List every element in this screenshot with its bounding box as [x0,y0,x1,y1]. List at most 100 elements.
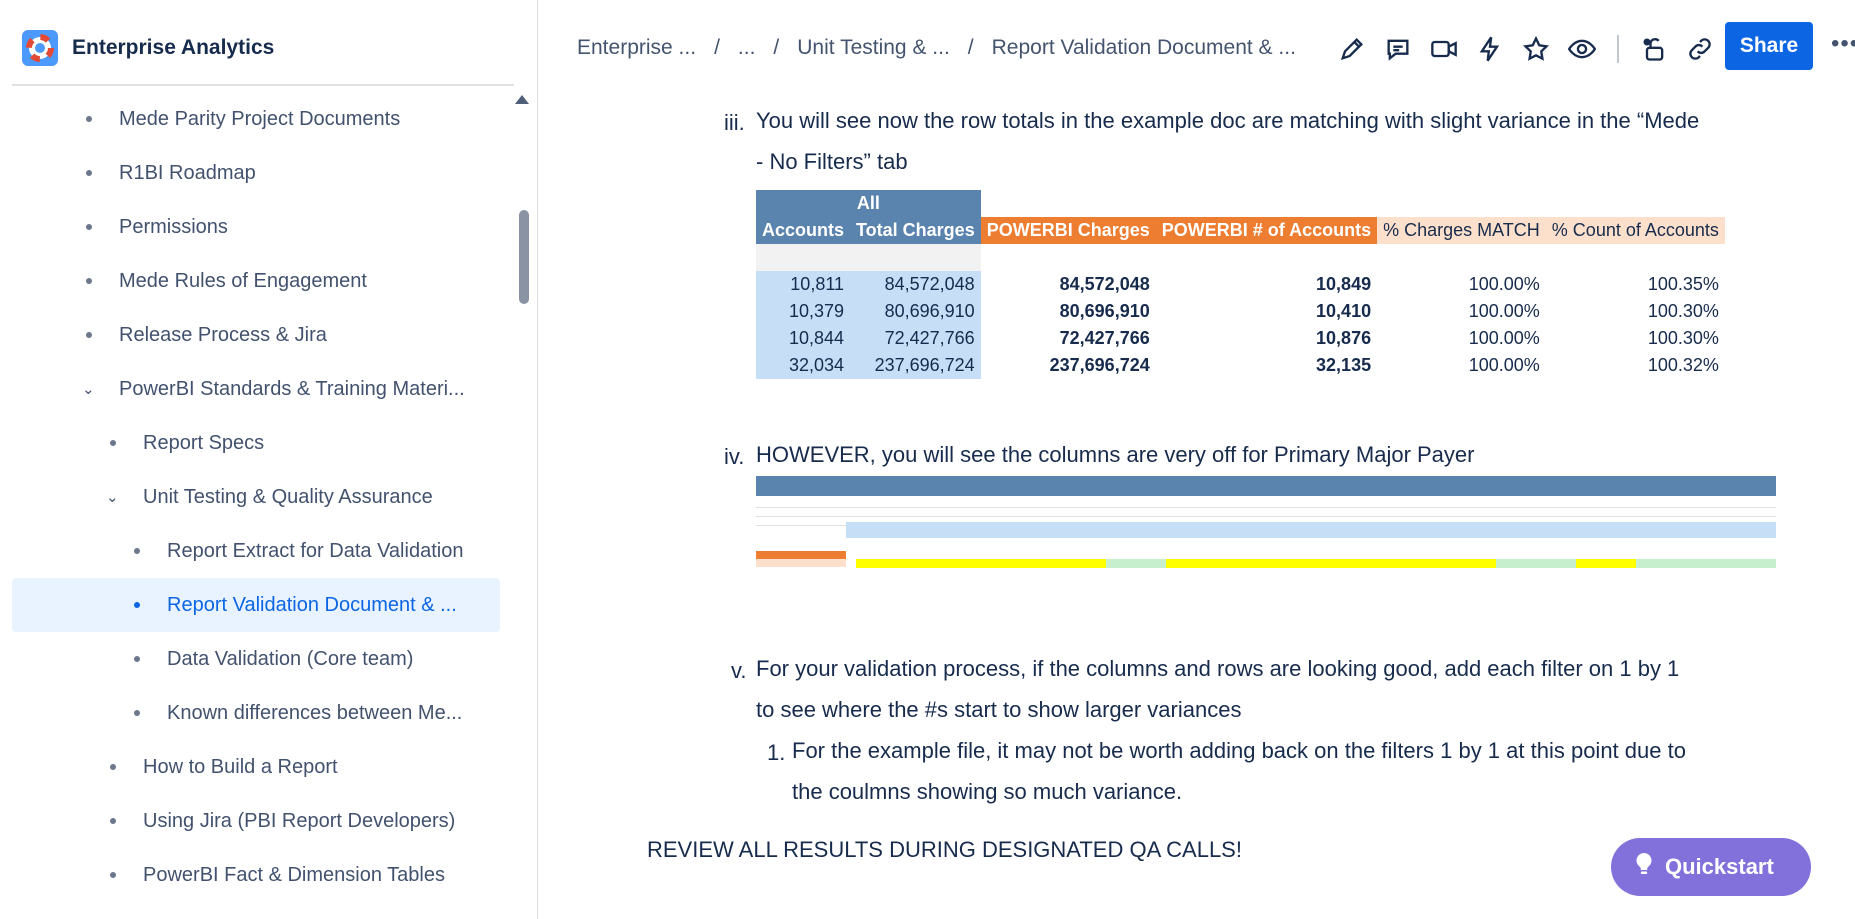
share-button[interactable]: Share [1725,22,1813,70]
bullet-icon [110,764,116,770]
watch-icon[interactable] [1559,26,1605,72]
tree-item[interactable]: Release Process & Jira [12,308,502,362]
breadcrumb: Enterprise ... / ... / Unit Testing & ..… [577,36,1296,60]
tree-item-label: Data Validation (Core team) [167,647,414,670]
list-marker: v. [731,658,747,683]
bullet-icon [134,602,140,608]
page-header: Enterprise ... / ... / Unit Testing & ..… [539,0,1855,96]
screenshot-row [756,500,1776,508]
tree-item[interactable]: Using Jira (PBI Report Developers) [12,794,502,848]
comment-icon[interactable] [1375,26,1421,72]
link-icon[interactable] [1677,26,1723,72]
breadcrumb-item[interactable]: Unit Testing & ... [797,36,950,60]
tree-item[interactable]: Mede Rules of Engagement [12,254,502,308]
tree-item[interactable]: Known differences between Me... [12,686,502,740]
tree-item[interactable]: Mede Parity Project Documents [12,92,502,146]
list-marker: iv. [724,444,745,469]
table-cell: 100.00% [1468,301,1540,321]
step-v-text-cont: to see where the #s start to show larger… [756,697,1242,722]
tree-item-label: Mede Parity Project Documents [119,107,401,130]
quickstart-button[interactable]: Quickstart [1611,838,1811,896]
tree-item-unit-testing[interactable]: ⌄ Unit Testing & Quality Assurance [12,470,502,524]
bullet-icon [86,332,92,338]
sidebar-scrollbar-thumb[interactable] [519,210,529,304]
table-row: 10,379 80,696,910 80,696,910 10,410 100.… [756,298,1725,325]
restrictions-icon[interactable] [1631,26,1677,72]
bullet-icon [110,818,116,824]
tree-item-powerbi-standards[interactable]: ⌄ PowerBI Standards & Training Materi... [12,362,502,416]
sub1-text-cont: the coulmns showing so much variance. [792,779,1183,804]
screenshot-row [756,509,1776,517]
screenshot-highlight [856,559,1106,568]
table-cell: 237,696,724 [850,352,981,379]
table-cell: 10,811 [756,271,851,298]
tree-item-label: Known differences between Me... [167,701,463,724]
tree-item-label: Report Specs [143,431,265,454]
tree-item[interactable]: Report Specs [12,416,502,470]
chevron-down-icon[interactable]: ⌄ [82,380,95,398]
breadcrumb-item[interactable]: Report Validation Document & ... [992,36,1296,60]
more-actions-icon[interactable]: ••• [1831,30,1855,58]
space-header[interactable]: Enterprise Analytics [22,30,274,66]
screenshot-highlight [1576,559,1636,568]
table-cell: 10,849 [1316,274,1372,294]
chevron-down-icon[interactable]: ⌄ [106,488,119,506]
bullet-icon [86,170,92,176]
tree-item-label: Permissions [119,215,228,238]
scroll-up-arrow-icon[interactable] [515,95,529,104]
screenshot-r1bi-row [756,551,846,559]
step-iii-text-cont: - No Filters” tab [756,149,908,174]
breadcrumb-separator: / [967,36,974,59]
table-row: 10,811 84,572,048 84,572,048 10,849 100.… [756,271,1725,298]
table-cell: 84,572,048 [850,271,981,298]
bullet-icon [86,116,92,122]
tree-item-label: PowerBI Fact & Dimension Tables [143,863,445,886]
table-cell: 80,696,910 [850,298,981,325]
step-iii-text: You will see now the row totals in the e… [756,108,1700,133]
table-cell: 100.30% [1647,301,1719,321]
tree-item-label: Report Validation Document & ... [167,593,457,616]
tree-item-label: Report Extract for Data Validation [167,539,464,562]
breadcrumb-item[interactable]: Enterprise ... [577,36,696,60]
table-cell: 32,034 [756,352,851,379]
tree-item[interactable]: Data Validation (Core team) [12,632,502,686]
table-cell: 10,844 [756,325,851,352]
page-content: iii. You will see now the row totals in … [539,96,1855,919]
tree-item[interactable]: Report Extract for Data Validation [12,524,502,578]
sidebar: Enterprise Analytics Mede Parity Project… [0,0,538,919]
screenshot-match-row [756,559,846,567]
video-icon[interactable] [1421,26,1467,72]
table-cell: 100.00% [1468,328,1540,348]
tree-item-selected[interactable]: Report Validation Document & ... [12,578,500,632]
table-row: 10,844 72,427,766 72,427,766 10,876 100.… [756,325,1725,352]
bullet-icon [110,440,116,446]
table-group-header: All [756,190,981,217]
table-cell: 72,427,766 [1059,328,1150,348]
star-icon[interactable] [1513,26,1559,72]
step-iv-text: HOWEVER, you will see the columns are ve… [756,442,1475,467]
table-header: % Count of Accounts [1545,217,1725,244]
bullet-icon [110,872,116,878]
breadcrumb-separator: / [773,36,780,59]
tree-item[interactable]: Permissions [12,200,502,254]
edit-icon[interactable] [1329,26,1375,72]
tree-item-label: Release Process & Jira [119,323,327,346]
screenshot-highlight [1106,559,1166,568]
table-cell: 32,135 [1316,355,1372,375]
table-cell: 237,696,724 [1049,355,1150,375]
tree-item[interactable]: R1BI Roadmap [12,146,502,200]
payer-columns-screenshot [756,476,1776,578]
table-header: Accounts [756,217,851,244]
tree-item-label: R1BI Roadmap [119,161,256,184]
list-marker: 1. [767,740,786,765]
tree-item[interactable]: How to Build a Report [12,740,502,794]
automation-icon[interactable] [1467,26,1513,72]
breadcrumb-item[interactable]: ... [738,36,756,60]
table-header: Total Charges [850,217,981,244]
table-cell [756,244,851,271]
tree-item-label: Using Jira (PBI Report Developers) [143,809,456,832]
quickstart-label: Quickstart [1665,854,1774,879]
tree-item-label: PowerBI Standards & Training Materi... [119,377,465,400]
tree-item[interactable]: PowerBI Fact & Dimension Tables [12,848,502,902]
table-cell: 100.00% [1468,274,1540,294]
